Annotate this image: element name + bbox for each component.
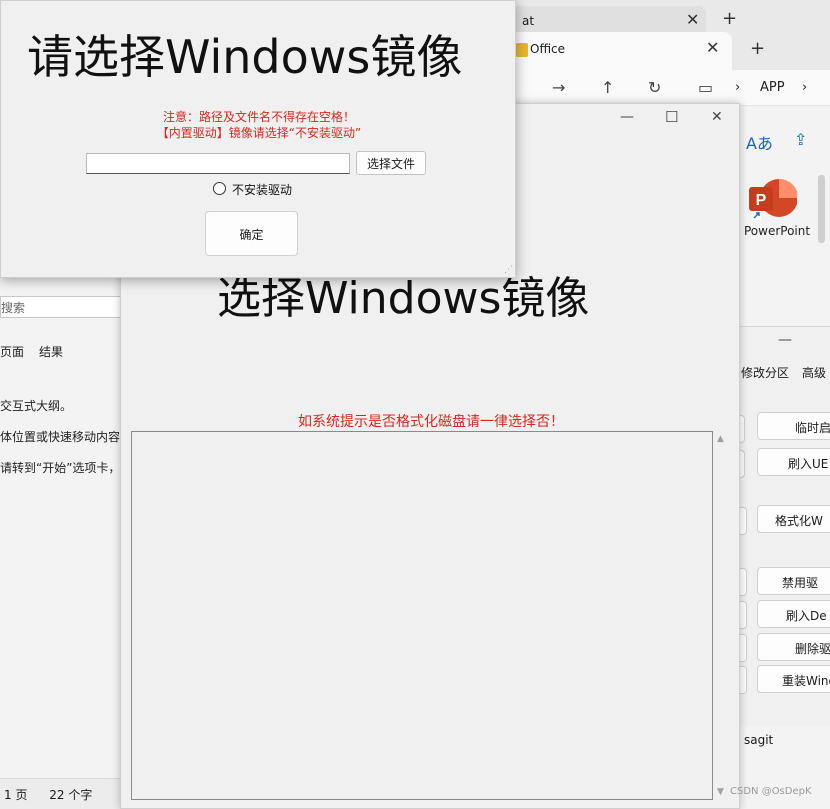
tab-advanced[interactable]: 高级: [802, 364, 826, 381]
browse-file-button[interactable]: 选择文件: [356, 151, 426, 175]
doc-nav-results[interactable]: 结果: [39, 343, 63, 360]
doc-status-page: 1 页: [4, 788, 28, 802]
format-button[interactable]: 格式化W: [757, 505, 830, 533]
scroll-up-icon[interactable]: ▲: [717, 434, 724, 444]
new-tab-icon[interactable]: +: [750, 38, 765, 59]
format-warning: 如系统提示是否格式化磁盘请一律选择否！: [298, 414, 564, 430]
powerpoint-icon[interactable]: P: [749, 178, 797, 220]
tab-modify-partition[interactable]: 修改分区: [741, 364, 789, 381]
browser-tab-office[interactable]: Office ✕: [506, 32, 732, 70]
doc-text-line: 交互式大纲。: [0, 399, 73, 413]
browser-tab-strip: at ✕ + Office ✕ +: [500, 0, 830, 70]
doc-text-line: 体位置或快速移动内容: [0, 430, 121, 444]
path-note: 注意：路径及文件名不得存在空格！: [162, 110, 355, 124]
resize-grip-icon[interactable]: ⋰: [504, 265, 513, 275]
tab-title: at: [522, 14, 535, 28]
minimize-icon[interactable]: —: [620, 109, 634, 125]
doc-status-words: 22 个字: [49, 788, 93, 802]
confirm-button[interactable]: 确定: [205, 211, 298, 256]
reinstall-windows-button[interactable]: 重装Wind: [757, 665, 830, 693]
address-bar: → ↑ ↻ ▭ › APP ›: [500, 70, 830, 106]
temp-boot-button[interactable]: 临时启: [757, 412, 830, 440]
svg-text:P: P: [756, 192, 767, 209]
doc-nav-pages[interactable]: 页面: [0, 343, 24, 360]
flash-uefi-button[interactable]: 刷入UE: [757, 448, 830, 476]
log-output[interactable]: [131, 431, 713, 800]
footer-text: sagit: [744, 733, 774, 747]
close-icon[interactable]: ✕: [711, 109, 723, 125]
no-driver-radio[interactable]: [213, 182, 226, 195]
translate-icon[interactable]: Aあ: [746, 130, 773, 154]
driver-note: 【内置驱动】镜像请选择“不安装驱动”: [156, 126, 362, 140]
watermark: CSDN @OsDepK: [730, 786, 812, 797]
delete-driver-button[interactable]: 删除驱: [757, 633, 830, 661]
close-icon[interactable]: ✕: [706, 38, 719, 57]
folder-icon: [516, 43, 528, 57]
scroll-down-icon[interactable]: ▼: [717, 787, 724, 797]
minimize-icon[interactable]: —: [778, 332, 792, 348]
breadcrumb-app[interactable]: APP: [760, 80, 785, 95]
powerpoint-label[interactable]: PowerPoint: [744, 224, 810, 239]
tab-title: Office: [530, 42, 566, 56]
close-icon[interactable]: ✕: [686, 10, 699, 29]
chevron-right-icon: ›: [735, 80, 741, 95]
select-image-dialog: 请选择Windows镜像 注意：路径及文件名不得存在空格！ 【内置驱动】镜像请选…: [0, 0, 516, 278]
refresh-icon[interactable]: ↻: [648, 78, 661, 97]
doc-search-input[interactable]: 搜索: [0, 296, 140, 318]
image-path-input[interactable]: [86, 153, 350, 174]
no-driver-label[interactable]: 不安装驱动: [232, 181, 292, 198]
flash-dev-button[interactable]: 刷入De: [757, 600, 830, 628]
share-icon[interactable]: ⇪: [794, 130, 807, 149]
up-icon[interactable]: ↑: [601, 78, 614, 97]
doc-text-line: 请转到“开始”选项卡，并: [0, 461, 133, 475]
monitor-icon[interactable]: ▭: [698, 78, 713, 97]
dialog-title: 请选择Windows镜像: [27, 30, 463, 84]
scrollbar[interactable]: ▲ ▼: [713, 431, 731, 800]
disable-driver-button[interactable]: 禁用驱: [757, 567, 830, 595]
maximize-icon[interactable]: ☐: [665, 108, 678, 126]
doc-status-bar: 1 页 22 个字: [0, 778, 140, 809]
forward-icon[interactable]: →: [552, 78, 565, 97]
scrollbar[interactable]: [818, 175, 825, 243]
new-tab-icon[interactable]: +: [722, 8, 737, 29]
chevron-right-icon: ›: [802, 80, 808, 95]
